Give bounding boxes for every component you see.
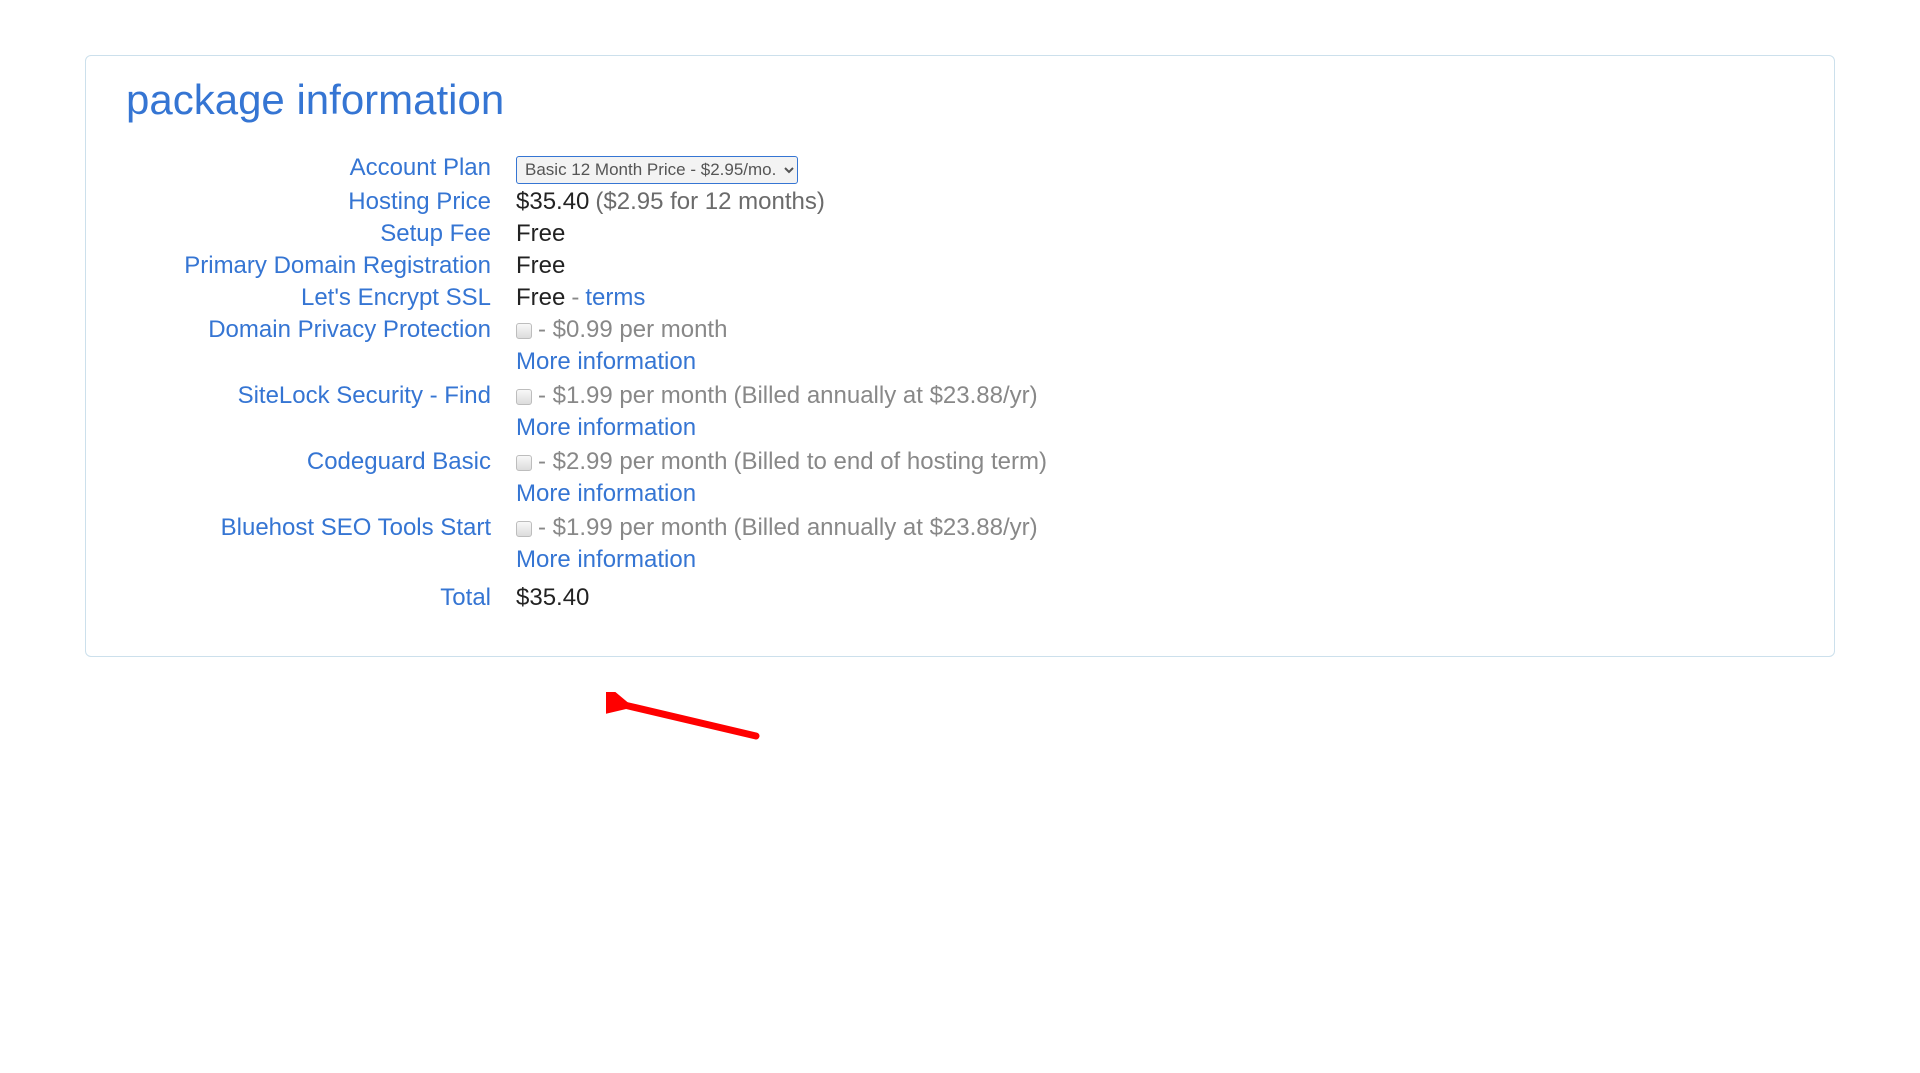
label-sitelock: SiteLock Security - Find: [126, 382, 516, 410]
hosting-price-value: $35.40: [516, 188, 589, 216]
label-hosting-price: Hosting Price: [126, 188, 516, 216]
checkbox-seo[interactable]: [516, 521, 532, 537]
row-primary-domain: Primary Domain Registration Free: [126, 252, 1794, 280]
privacy-price: - $0.99 per month: [538, 316, 727, 344]
seo-billing: (Billed annually at $23.88/yr): [733, 514, 1037, 542]
panel-title: package information: [126, 76, 1794, 124]
row-codeguard: Codeguard Basic - $2.99 per month (Bille…: [126, 448, 1794, 476]
label-setup-fee: Setup Fee: [126, 220, 516, 248]
checkbox-sitelock[interactable]: [516, 389, 532, 405]
privacy-more-link[interactable]: More information: [516, 348, 696, 376]
sitelock-price: - $1.99 per month: [538, 382, 727, 410]
row-setup-fee: Setup Fee Free: [126, 220, 1794, 248]
label-privacy: Domain Privacy Protection: [126, 316, 516, 344]
codeguard-billing: (Billed to end of hosting term): [733, 448, 1047, 476]
seo-price: - $1.99 per month: [538, 514, 727, 542]
ssl-value: Free: [516, 284, 565, 312]
select-account-plan[interactable]: Basic 12 Month Price - $2.95/mo.: [516, 156, 798, 184]
sitelock-billing: (Billed annually at $23.88/yr): [733, 382, 1037, 410]
row-account-plan: Account Plan Basic 12 Month Price - $2.9…: [126, 154, 1794, 184]
ssl-sep: -: [571, 284, 579, 312]
row-seo-more: More information: [126, 546, 1794, 574]
total-value: $35.40: [516, 584, 589, 612]
ssl-terms-link[interactable]: terms: [585, 284, 645, 312]
row-hosting-price: Hosting Price $35.40 ($2.95 for 12 month…: [126, 188, 1794, 216]
label-account-plan: Account Plan: [126, 154, 516, 182]
row-sitelock-more: More information: [126, 414, 1794, 442]
row-sitelock: SiteLock Security - Find - $1.99 per mon…: [126, 382, 1794, 410]
checkbox-codeguard[interactable]: [516, 455, 532, 471]
row-ssl: Let's Encrypt SSL Free - terms: [126, 284, 1794, 312]
label-codeguard: Codeguard Basic: [126, 448, 516, 476]
hosting-price-detail: ($2.95 for 12 months): [595, 188, 824, 216]
label-total: Total: [126, 584, 516, 612]
row-privacy: Domain Privacy Protection - $0.99 per mo…: [126, 316, 1794, 344]
row-total: Total $35.40: [126, 584, 1794, 612]
row-codeguard-more: More information: [126, 480, 1794, 508]
seo-more-link[interactable]: More information: [516, 546, 696, 574]
codeguard-more-link[interactable]: More information: [516, 480, 696, 508]
primary-domain-value: Free: [516, 252, 565, 280]
row-privacy-more: More information: [126, 348, 1794, 376]
label-primary-domain: Primary Domain Registration: [126, 252, 516, 280]
package-information-panel: package information Account Plan Basic 1…: [85, 55, 1835, 657]
annotation-arrow-icon: [606, 692, 766, 748]
codeguard-price: - $2.99 per month: [538, 448, 727, 476]
sitelock-more-link[interactable]: More information: [516, 414, 696, 442]
setup-fee-value: Free: [516, 220, 565, 248]
checkbox-privacy[interactable]: [516, 323, 532, 339]
label-seo: Bluehost SEO Tools Start: [126, 514, 516, 542]
label-ssl: Let's Encrypt SSL: [126, 284, 516, 312]
row-seo: Bluehost SEO Tools Start - $1.99 per mon…: [126, 514, 1794, 542]
